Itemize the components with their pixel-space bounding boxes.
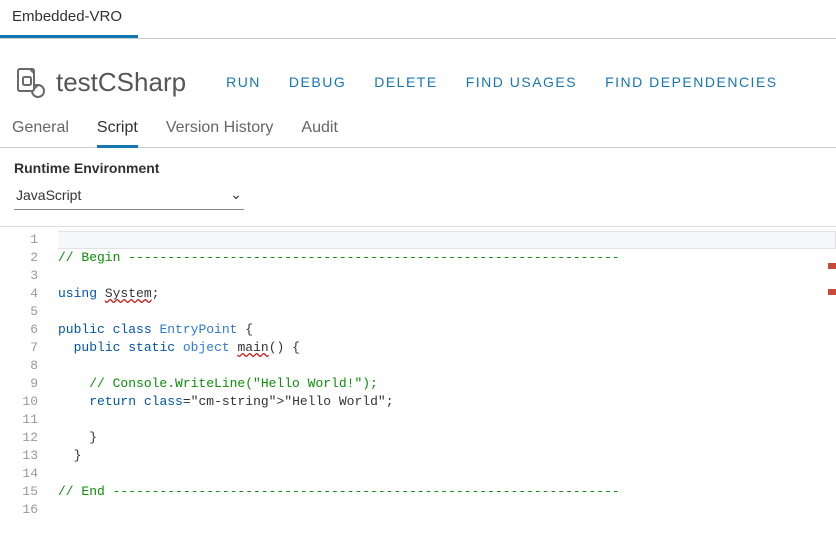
page-title: testCSharp [56, 67, 186, 98]
find-dependencies-button[interactable]: FIND DEPENDENCIES [605, 74, 778, 90]
tab-audit[interactable]: Audit [301, 119, 337, 147]
runtime-environment-value: JavaScript [16, 187, 81, 203]
debug-button[interactable]: DEBUG [289, 74, 346, 90]
error-marker [828, 289, 836, 295]
editor-code[interactable]: // Begin -------------------------------… [48, 227, 836, 523]
tab-general[interactable]: General [12, 119, 69, 147]
main-tab-embedded-vro[interactable]: Embedded-VRO [0, 0, 138, 38]
runtime-environment-select[interactable]: JavaScript ⌄ [14, 182, 244, 210]
editor-gutter: 12345678910111213141516 [0, 227, 48, 523]
chevron-down-icon: ⌄ [230, 186, 242, 203]
error-marker [828, 263, 836, 269]
tab-script[interactable]: Script [97, 119, 138, 148]
code-editor[interactable]: 12345678910111213141516 // Begin -------… [0, 227, 836, 523]
tab-version-history[interactable]: Version History [166, 119, 274, 147]
workflow-icon [12, 65, 46, 99]
editor-error-markers [828, 263, 836, 315]
run-button[interactable]: RUN [226, 74, 261, 90]
runtime-environment-label: Runtime Environment [14, 160, 822, 176]
find-usages-button[interactable]: FIND USAGES [466, 74, 577, 90]
delete-button[interactable]: DELETE [374, 74, 437, 90]
